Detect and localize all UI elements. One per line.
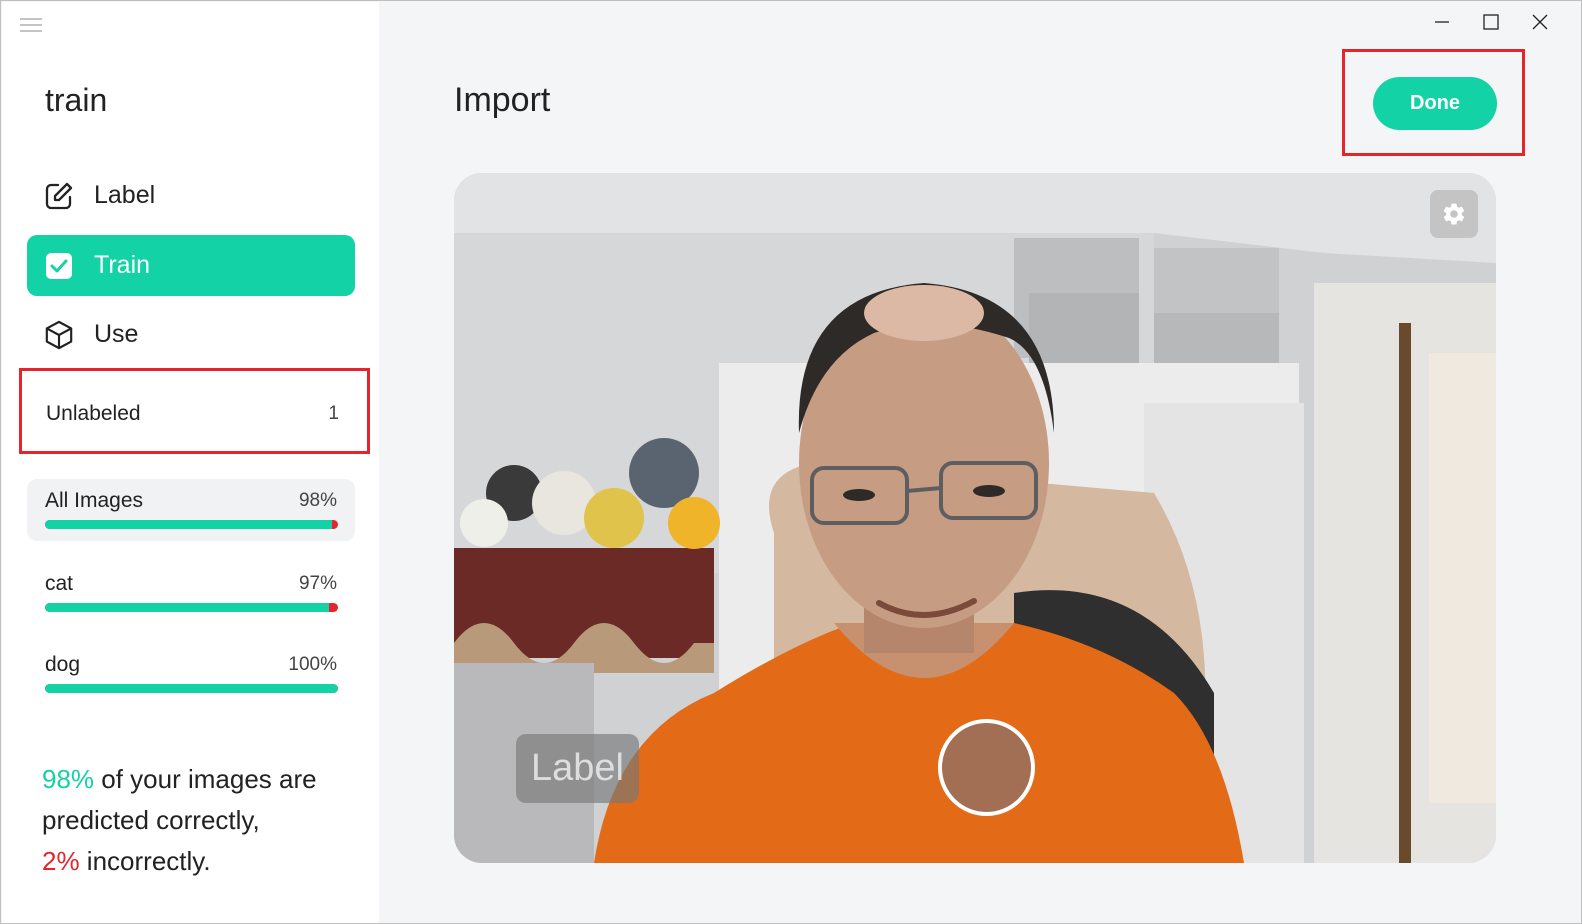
stat-percent: 100% bbox=[288, 654, 337, 675]
incorrect-percent: 2% bbox=[42, 846, 80, 876]
stat-name: All Images bbox=[45, 489, 144, 512]
camera-preview: Label bbox=[454, 173, 1496, 863]
accuracy-bar bbox=[45, 684, 338, 693]
stat-name: cat bbox=[45, 572, 74, 595]
stat-row-dog[interactable]: dog 100% bbox=[27, 643, 355, 705]
close-icon[interactable] bbox=[1525, 9, 1555, 35]
app-window: train Label Train Use Unlabeled 1 All Im… bbox=[0, 0, 1582, 924]
nav-label: Label bbox=[94, 181, 156, 209]
sidebar: train Label Train Use Unlabeled 1 All Im… bbox=[2, 2, 379, 923]
checkbox-icon bbox=[44, 251, 74, 281]
incorrect-text: incorrectly. bbox=[79, 846, 211, 876]
unlabeled-label: Unlabeled bbox=[46, 402, 141, 425]
stat-percent: 98% bbox=[298, 490, 337, 511]
maximize-icon[interactable] bbox=[1476, 9, 1506, 35]
stat-name: dog bbox=[45, 653, 81, 676]
nav-label: Use bbox=[94, 320, 139, 348]
gear-icon[interactable] bbox=[1430, 190, 1478, 238]
nav-item-train[interactable]: Train bbox=[27, 235, 355, 296]
done-button[interactable]: Done bbox=[1373, 77, 1497, 130]
hamburger-menu-icon[interactable] bbox=[20, 16, 42, 34]
pencil-square-icon bbox=[44, 181, 74, 211]
cube-icon bbox=[44, 320, 74, 350]
accuracy-bar-fill bbox=[45, 684, 338, 693]
unlabeled-count: 1 bbox=[328, 403, 339, 424]
accuracy-bar-fill bbox=[45, 520, 333, 529]
done-highlight: Done bbox=[1342, 49, 1525, 156]
nav-item-label[interactable]: Label bbox=[27, 165, 355, 226]
project-title: train bbox=[45, 82, 108, 118]
accuracy-bar bbox=[45, 603, 338, 612]
label-button[interactable]: Label bbox=[516, 734, 639, 803]
accuracy-bar-fill bbox=[45, 603, 330, 612]
stat-row-cat[interactable]: cat 97% bbox=[27, 562, 355, 624]
capture-button[interactable] bbox=[938, 719, 1035, 816]
stat-percent: 97% bbox=[298, 573, 337, 594]
nav-label: Train bbox=[94, 251, 151, 279]
correct-percent: 98% bbox=[42, 764, 95, 794]
accuracy-bar bbox=[45, 520, 338, 529]
page-title: Import bbox=[454, 81, 551, 119]
accuracy-summary: 98% of your images are predicted correct… bbox=[42, 759, 362, 882]
nav-item-use[interactable]: Use bbox=[27, 304, 355, 365]
minimize-icon[interactable] bbox=[1427, 9, 1457, 35]
unlabeled-filter[interactable]: Unlabeled 1 bbox=[19, 368, 370, 454]
stat-row-all-images[interactable]: All Images 98% bbox=[27, 479, 355, 541]
